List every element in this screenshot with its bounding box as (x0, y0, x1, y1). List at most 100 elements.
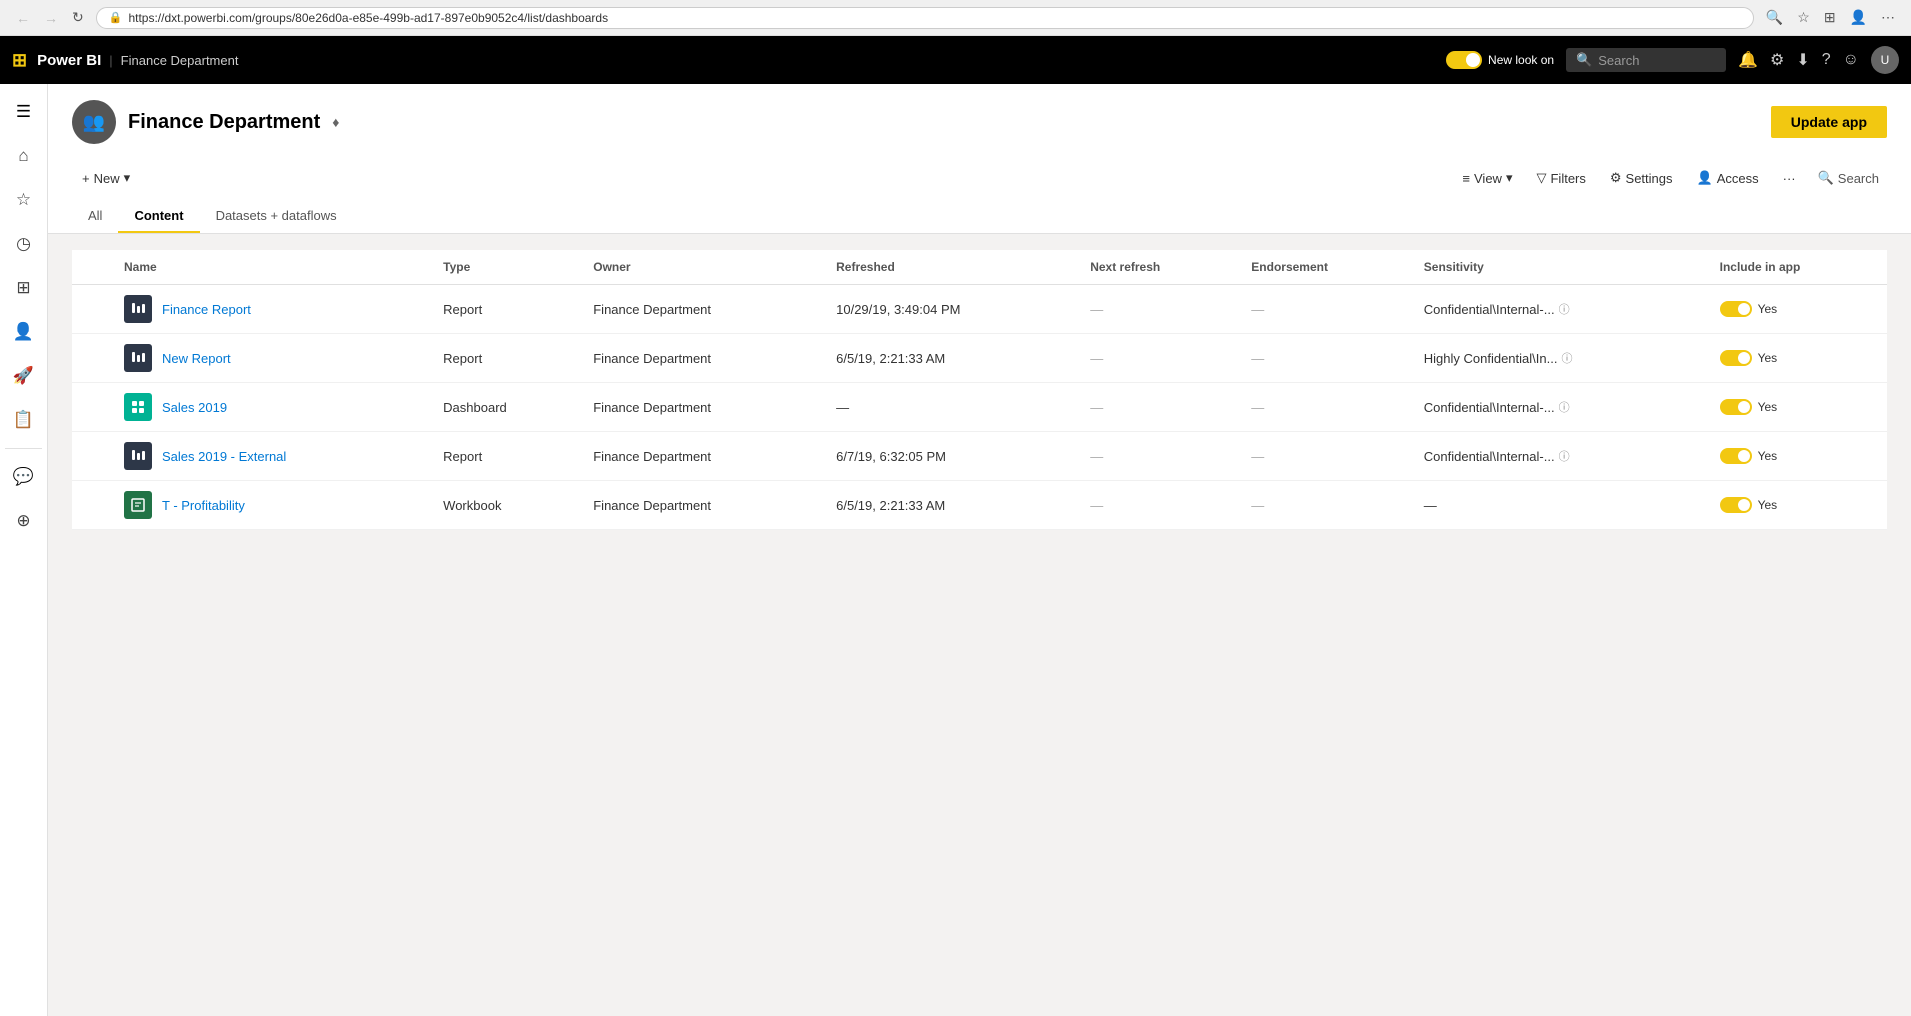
tab-all[interactable]: All (72, 200, 118, 233)
bookmark-button[interactable]: ☆ (1793, 7, 1814, 28)
tab-content[interactable]: Content (118, 200, 199, 233)
new-look-toggle[interactable]: New look on (1446, 51, 1554, 69)
workspace-icon-symbol: 👥 (83, 112, 105, 133)
tab-datasets[interactable]: Datasets + dataflows (200, 200, 353, 233)
access-button[interactable]: 👤 Access (1687, 164, 1769, 192)
settings-button[interactable]: ⚙ Settings (1600, 164, 1683, 192)
extensions-button[interactable]: ⊞ (1820, 7, 1840, 28)
sidebar-item-recent[interactable]: ◷ (4, 224, 44, 264)
sidebar-divider (5, 448, 43, 449)
row-checkbox-cell (72, 334, 112, 383)
item-type-icon (124, 393, 152, 421)
toolbar-search[interactable]: 🔍 Search (1810, 166, 1887, 190)
sidebar-item-chat[interactable]: 💬 (4, 457, 44, 497)
update-app-button[interactable]: Update app (1771, 106, 1887, 138)
more-tools-button[interactable]: ⋯ (1877, 7, 1899, 28)
sidebar-item-workspaces[interactable]: 📋 (4, 400, 44, 440)
global-search-box[interactable]: 🔍 (1566, 48, 1726, 72)
download-icon[interactable]: ⬇ (1796, 50, 1809, 70)
info-icon[interactable]: ⓘ (1559, 399, 1570, 415)
browser-actions: 🔍 ☆ ⊞ 👤 ⋯ (1762, 7, 1899, 28)
sidebar-item-more[interactable]: ⊕ (4, 501, 44, 541)
row-checkbox-cell (72, 432, 112, 481)
row-endorsement-cell: — (1239, 383, 1411, 432)
row-type-cell: Report (431, 334, 581, 383)
row-include-cell: Yes (1708, 432, 1887, 481)
table-row: Sales 2019 - External Report Finance Dep… (72, 432, 1887, 481)
browser-search-button[interactable]: 🔍 (1762, 7, 1787, 28)
new-look-label: New look on (1488, 53, 1554, 67)
url-bar[interactable]: 🔒 https://dxt.powerbi.com/groups/80e26d0… (96, 7, 1754, 29)
item-name[interactable]: T - Profitability (162, 498, 245, 513)
item-type-icon (124, 491, 152, 519)
reload-button[interactable]: ↻ (68, 7, 88, 28)
include-toggle[interactable] (1720, 350, 1752, 366)
row-refreshed-cell: 10/29/19, 3:49:04 PM (824, 285, 1078, 334)
table-row: T - Profitability Workbook Finance Depar… (72, 481, 1887, 530)
sensitivity-label: Confidential\Internal-... (1424, 400, 1555, 415)
global-search-input[interactable] (1598, 53, 1716, 68)
settings-icon[interactable]: ⚙ (1770, 50, 1784, 70)
info-icon[interactable]: ⓘ (1559, 301, 1570, 317)
browser-navigation: ← → ↻ (12, 7, 88, 28)
profile-button[interactable]: 👤 (1846, 7, 1871, 28)
include-toggle[interactable] (1720, 301, 1752, 317)
item-name[interactable]: Finance Report (162, 302, 251, 317)
workspace-icon: 👥 (72, 100, 116, 144)
row-name-cell: Sales 2019 - External (112, 432, 431, 481)
view-button[interactable]: ≡ View ▾ (1452, 164, 1522, 192)
col-owner: Owner (581, 250, 824, 285)
include-label: Yes (1758, 498, 1778, 512)
row-owner-cell: Finance Department (581, 432, 824, 481)
row-next-refresh-cell: — (1078, 383, 1239, 432)
feedback-icon[interactable]: ☺ (1843, 51, 1859, 69)
content-table: Name Type Owner Refreshed Next refresh E… (72, 250, 1887, 530)
help-icon[interactable]: ? (1822, 51, 1831, 69)
access-person-icon: 👤 (1697, 170, 1713, 186)
row-endorsement-cell: — (1239, 334, 1411, 383)
forward-button[interactable]: → (40, 7, 62, 28)
new-button[interactable]: + New ▾ (72, 164, 140, 192)
item-name[interactable]: Sales 2019 - External (162, 449, 286, 464)
search-icon: 🔍 (1576, 52, 1592, 68)
include-toggle[interactable] (1720, 497, 1752, 513)
new-look-pill[interactable] (1446, 51, 1482, 69)
back-button[interactable]: ← (12, 7, 34, 28)
sidebar-item-menu[interactable]: ☰ (4, 92, 44, 132)
table-row: Finance Report Report Finance Department… (72, 285, 1887, 334)
row-owner-cell: Finance Department (581, 481, 824, 530)
page-header: 👥 Finance Department ♦ Update app + New … (48, 84, 1911, 234)
include-toggle[interactable] (1720, 448, 1752, 464)
row-type-cell: Workbook (431, 481, 581, 530)
app-layout: ☰ ⌂ ☆ ◷ ⊞ 👤 🚀 📋 💬 ⊕ 👥 Finance Department… (0, 84, 1911, 1016)
page-title: Finance Department (128, 111, 320, 134)
url-text: https://dxt.powerbi.com/groups/80e26d0a-… (128, 11, 608, 25)
notification-icon[interactable]: 🔔 (1738, 50, 1758, 70)
sidebar-item-apps[interactable]: ⊞ (4, 268, 44, 308)
workspace-name: Finance Department (121, 53, 239, 68)
user-avatar[interactable]: U (1871, 46, 1899, 74)
include-label: Yes (1758, 351, 1778, 365)
item-type-icon (124, 295, 152, 323)
row-include-cell: Yes (1708, 481, 1887, 530)
include-toggle[interactable] (1720, 399, 1752, 415)
sidebar-item-favorites[interactable]: ☆ (4, 180, 44, 220)
info-icon[interactable]: ⓘ (1561, 350, 1572, 366)
info-icon[interactable]: ⓘ (1559, 448, 1570, 464)
sensitivity-label: Confidential\Internal-... (1424, 449, 1555, 464)
item-name[interactable]: New Report (162, 351, 231, 366)
sidebar-item-home[interactable]: ⌂ (4, 136, 44, 176)
sidebar-item-learn[interactable]: 🚀 (4, 356, 44, 396)
item-name[interactable]: Sales 2019 (162, 400, 227, 415)
filters-button[interactable]: ▽ Filters (1526, 164, 1595, 192)
col-checkbox (72, 250, 112, 285)
view-chevron-icon: ▾ (1506, 170, 1513, 186)
more-options-button[interactable]: ··· (1773, 165, 1806, 192)
row-name-cell: Finance Report (112, 285, 431, 334)
row-endorsement-cell: — (1239, 432, 1411, 481)
diamond-icon: ♦ (332, 114, 339, 130)
main-content: 👥 Finance Department ♦ Update app + New … (48, 84, 1911, 1016)
waffle-icon[interactable]: ⊞ (12, 50, 27, 71)
table-area: Name Type Owner Refreshed Next refresh E… (48, 234, 1911, 546)
sidebar-item-shared[interactable]: 👤 (4, 312, 44, 352)
